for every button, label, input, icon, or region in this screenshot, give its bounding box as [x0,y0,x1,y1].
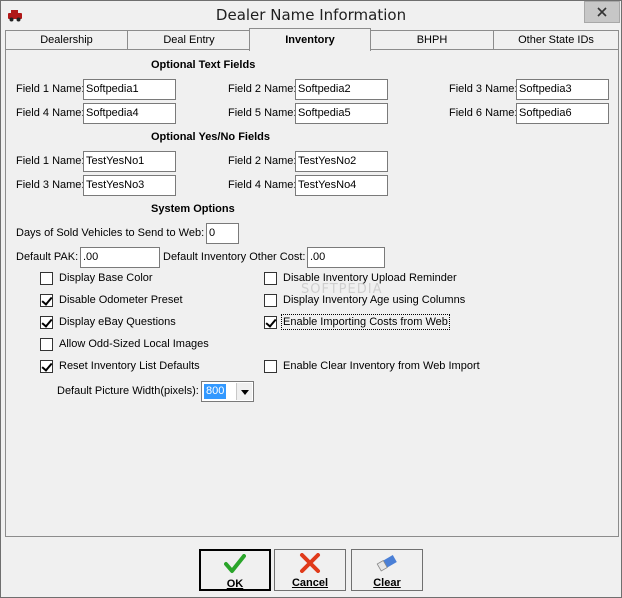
x-mark-icon [275,553,345,576]
text-field-3-label: Field 3 Name: [449,83,518,95]
text-field-1-label: Field 1 Name: [16,83,85,95]
dialog-window: Dealer Name Information Dealership Deal … [0,0,622,598]
chevron-down-icon [240,386,249,398]
days-sold-input[interactable]: 0 [206,223,239,244]
allow-odd-sized-images-checkbox[interactable]: Allow Odd-Sized Local Images [40,336,209,352]
picture-width-value: 800 [204,384,227,399]
checkbox-box[interactable] [264,293,277,307]
ok-label: OK [226,578,244,590]
yesno-field-3-input[interactable]: TestYesNo3 [83,175,176,196]
default-pak-input[interactable]: .00 [80,247,160,268]
tab-deal-entry[interactable]: Deal Entry [127,30,251,50]
picture-width-select[interactable]: 800 [201,381,254,402]
reset-inventory-list-checkbox[interactable]: Reset Inventory List Defaults [40,358,200,374]
checkbox-box[interactable] [40,315,53,329]
yesno-field-3-label: Field 3 Name: [16,179,85,191]
display-base-color-checkbox[interactable]: Display Base Color [40,270,153,286]
system-options-heading: System Options [151,203,235,215]
checkbox-box[interactable] [40,271,53,285]
other-cost-label: Default Inventory Other Cost: [163,251,306,263]
checkbox-box[interactable] [40,293,53,307]
tab-inventory[interactable]: Inventory [249,28,371,51]
default-pak-label: Default PAK: [16,251,79,263]
window-title: Dealer Name Information [215,6,407,24]
yesno-field-1-label: Field 1 Name: [16,155,85,167]
enable-clear-inventory-checkbox[interactable]: Enable Clear Inventory from Web Import [264,358,480,374]
checkbox-label: Display Base Color [59,272,153,284]
days-sold-label: Days of Sold Vehicles to Send to Web: [16,227,205,239]
close-icon [597,7,607,17]
yesno-field-1-input[interactable]: TestYesNo1 [83,151,176,172]
text-fields-heading: Optional Text Fields [151,59,256,71]
ok-button[interactable]: OK [199,549,271,591]
checkbox-label: Disable Odometer Preset [59,294,183,306]
clear-button[interactable]: Clear [351,549,423,591]
checkbox-label: Reset Inventory List Defaults [59,360,200,372]
close-button[interactable] [584,1,620,23]
text-field-5-label: Field 5 Name: [228,107,297,119]
text-field-2-label: Field 2 Name: [228,83,297,95]
tab-other-state-ids[interactable]: Other State IDs [493,30,619,50]
title-bar[interactable]: Dealer Name Information [1,1,621,29]
enable-importing-costs-checkbox[interactable]: Enable Importing Costs from Web [264,314,450,330]
softpedia-watermark: SOFTPEDIA [301,282,383,297]
checkbox-label: Display eBay Questions [59,316,176,328]
text-field-2-input[interactable]: Softpedia2 [295,79,388,100]
checkbox-box[interactable] [40,337,53,351]
checkbox-box[interactable] [40,359,53,373]
disable-odometer-preset-checkbox[interactable]: Disable Odometer Preset [40,292,183,308]
text-field-6-input[interactable]: Softpedia6 [516,103,609,124]
picture-width-label: Default Picture Width(pixels): [57,385,199,397]
yesno-field-4-input[interactable]: TestYesNo4 [295,175,388,196]
text-field-1-input[interactable]: Softpedia1 [83,79,176,100]
tab-strip: Dealership Deal Entry Inventory BHPH Oth… [5,28,619,51]
checkbox-label: Allow Odd-Sized Local Images [59,338,209,350]
checkbox-box[interactable] [264,315,277,329]
tab-dealership[interactable]: Dealership [5,30,128,50]
checkbox-label: Enable Importing Costs from Web [281,314,450,330]
yesno-field-4-label: Field 4 Name: [228,179,297,191]
display-ebay-questions-checkbox[interactable]: Display eBay Questions [40,314,176,330]
eraser-icon [352,553,422,576]
cancel-label: Cancel [291,577,329,589]
yesno-field-2-input[interactable]: TestYesNo2 [295,151,388,172]
checkbox-box[interactable] [264,271,277,285]
text-field-6-label: Field 6 Name: [449,107,518,119]
yesno-fields-heading: Optional Yes/No Fields [151,131,270,143]
cancel-button[interactable]: Cancel [274,549,346,591]
text-field-4-label: Field 4 Name: [16,107,85,119]
checkbox-box[interactable] [264,359,277,373]
text-field-4-input[interactable]: Softpedia4 [83,103,176,124]
dropdown-arrow[interactable] [236,383,252,400]
checkbox-label: Enable Clear Inventory from Web Import [283,360,480,372]
text-field-5-input[interactable]: Softpedia5 [295,103,388,124]
yesno-field-2-label: Field 2 Name: [228,155,297,167]
text-field-3-input[interactable]: Softpedia3 [516,79,609,100]
tab-bhph[interactable]: BHPH [370,30,494,50]
other-cost-input[interactable]: .00 [307,247,385,268]
clear-label: Clear [373,577,401,589]
checkmark-icon [201,554,269,577]
